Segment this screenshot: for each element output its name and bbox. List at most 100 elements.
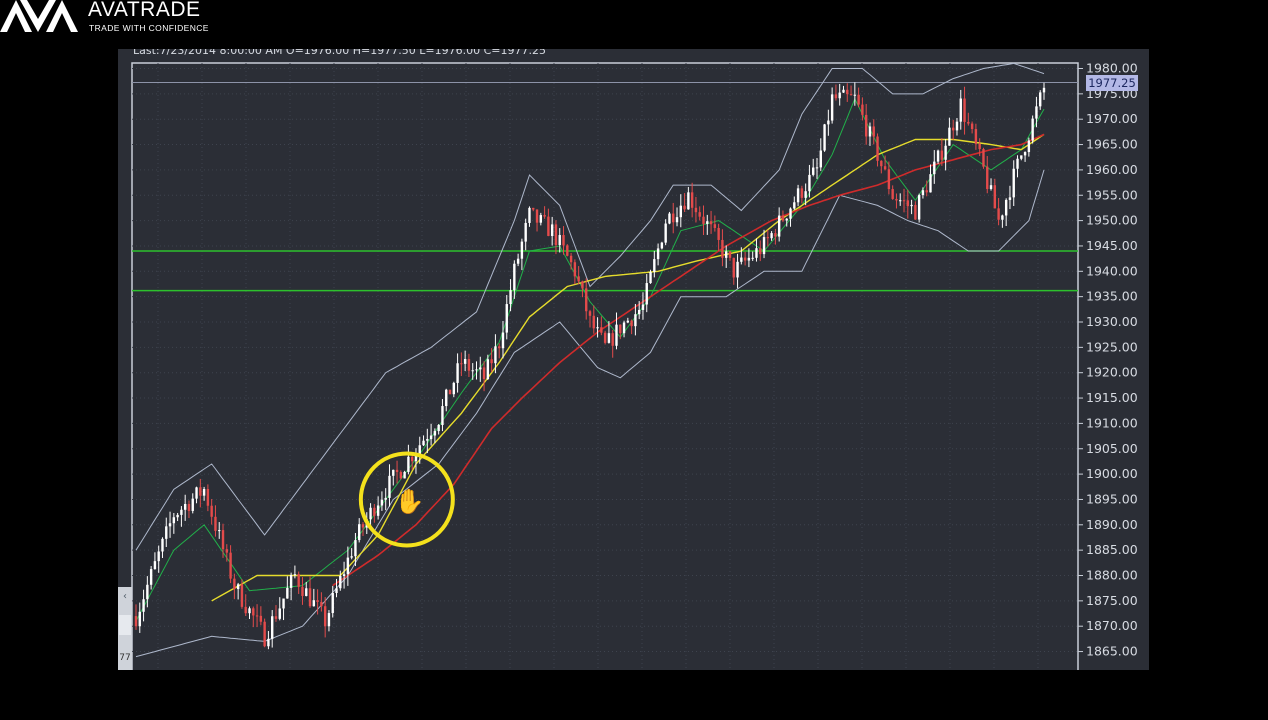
candle-body <box>554 224 558 246</box>
candle-body <box>902 200 906 202</box>
candle-body <box>448 389 452 395</box>
candle-body <box>645 283 648 305</box>
candle-body <box>796 188 800 203</box>
y-tick-label: 1920.00 <box>1086 365 1138 380</box>
candle-body <box>740 257 743 262</box>
candle-body <box>528 207 531 223</box>
candle-body <box>569 255 573 263</box>
candle-body <box>713 224 717 228</box>
candle-body <box>361 524 365 528</box>
candle-body <box>982 149 985 167</box>
y-tick-label: 1865.00 <box>1086 644 1138 659</box>
candle-body <box>301 586 304 596</box>
y-tick-label: 1905.00 <box>1086 441 1138 456</box>
candle-body <box>429 435 433 440</box>
candle-body <box>653 259 656 272</box>
candle-body <box>467 358 471 371</box>
indicator-line-bollinger_upper <box>135 62 1045 551</box>
y-tick-label: 1880.00 <box>1086 568 1138 583</box>
candle-body <box>1008 197 1012 200</box>
candle-body <box>482 367 486 380</box>
avatrade-logo-mark-icon <box>0 0 78 32</box>
candle-body <box>350 556 353 558</box>
candle-body <box>887 169 891 190</box>
candle-body <box>687 192 690 210</box>
candle-body <box>774 233 777 237</box>
candle-body <box>607 333 611 343</box>
candle-body <box>562 235 565 246</box>
chart-window[interactable]: 1980.00 1975.00 1970.00 1965.00 1960.00 1955.… <box>118 49 1149 670</box>
candle-body <box>626 320 630 323</box>
candle-body <box>456 363 459 383</box>
candle-body <box>759 248 762 255</box>
candle-body <box>694 207 698 213</box>
candle-body <box>812 167 815 175</box>
candle-body <box>259 615 263 622</box>
candle-body <box>278 608 281 619</box>
candle-body <box>418 445 421 454</box>
candle-body <box>358 524 361 541</box>
candle-body <box>195 487 198 499</box>
candle-body <box>134 616 138 627</box>
candle-body <box>513 263 516 291</box>
candle-body <box>615 324 618 346</box>
side-panel-box[interactable] <box>119 615 131 635</box>
price-chart[interactable]: 1980.001975.001970.001965.001960.001955.… <box>118 49 1149 670</box>
candle-body <box>263 621 266 647</box>
candle-body <box>426 439 429 441</box>
candle-body <box>861 104 864 115</box>
candle-body <box>460 363 463 365</box>
candle-body <box>486 359 490 380</box>
candle-body <box>320 601 323 607</box>
candle-body <box>664 223 667 243</box>
y-tick-label: 1890.00 <box>1086 517 1138 532</box>
plot-frame <box>131 62 1079 670</box>
candle-body <box>842 89 845 93</box>
candle-body <box>384 497 387 500</box>
candle-body <box>494 346 497 364</box>
candle-body <box>327 613 331 627</box>
candle-body <box>183 503 187 510</box>
candle-body <box>441 406 444 426</box>
candle-body <box>619 324 622 334</box>
candle-body <box>819 150 822 168</box>
candle-body <box>236 584 240 590</box>
candle-body <box>191 498 194 511</box>
candle-body <box>271 616 274 639</box>
candle-body <box>838 92 841 99</box>
candle-body <box>498 346 501 349</box>
candle-body <box>342 574 346 577</box>
candle-body <box>592 315 595 329</box>
candle-body <box>899 200 902 202</box>
candle-body <box>834 94 838 99</box>
candle-body <box>539 215 543 223</box>
candle-body <box>986 166 989 189</box>
candle-body <box>395 469 399 473</box>
candle-body <box>199 487 202 496</box>
candle-body <box>637 309 641 315</box>
candle-body <box>672 213 675 223</box>
y-tick-label: 1930.00 <box>1086 314 1138 329</box>
candle-body <box>641 304 645 310</box>
candle-body <box>709 221 713 225</box>
candle-body <box>925 190 928 193</box>
candle-body <box>785 218 788 221</box>
candle-body <box>399 472 403 479</box>
candle-body <box>736 261 739 278</box>
candle-body <box>751 257 754 259</box>
candle-body <box>675 217 679 223</box>
candle-body <box>142 599 145 612</box>
candle-body <box>793 202 796 209</box>
side-panel-tab[interactable]: ‹ 77 <box>118 587 132 670</box>
candle-body <box>187 503 191 511</box>
candle-body <box>883 166 887 170</box>
candle-body <box>630 320 633 327</box>
candle-body <box>297 574 300 587</box>
candle-body <box>520 241 524 259</box>
indicator-line-fast_ma <box>135 97 1045 622</box>
candle-body <box>392 469 395 476</box>
candle-body <box>944 145 947 160</box>
collapse-arrow-icon[interactable]: ‹ <box>119 589 131 605</box>
candle-body <box>804 191 807 198</box>
y-tick-label: 1885.00 <box>1086 542 1138 557</box>
